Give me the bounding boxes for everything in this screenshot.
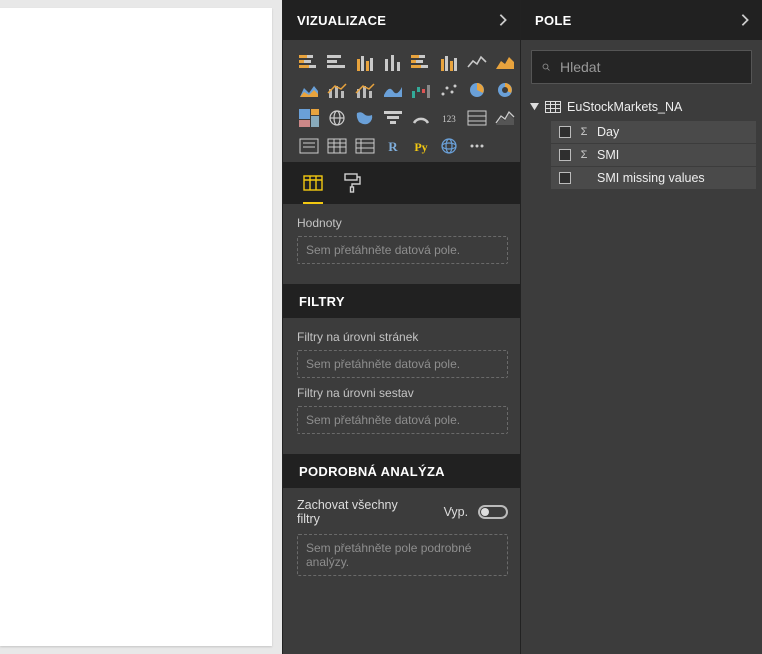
field-checkbox[interactable] xyxy=(559,172,571,184)
visualizations-panel-header: VIZUALIZACE xyxy=(283,0,520,40)
kpi-viz-icon[interactable] xyxy=(493,106,517,130)
r-visual-viz-icon[interactable]: R xyxy=(381,134,405,158)
scatter-viz-icon[interactable] xyxy=(437,78,461,102)
field-item[interactable]: Σ SMI xyxy=(551,144,756,166)
card-viz-icon[interactable]: 123 xyxy=(437,106,461,130)
keep-filters-label: Zachovat všechny filtry xyxy=(297,498,424,526)
clustered-bar-viz-icon[interactable] xyxy=(325,50,349,74)
field-name: Day xyxy=(597,125,619,139)
field-item[interactable]: ΣSMI missing values xyxy=(551,167,756,189)
values-label: Hodnoty xyxy=(297,216,508,230)
map-viz-icon[interactable] xyxy=(325,106,349,130)
treemap-viz-icon[interactable] xyxy=(297,106,321,130)
report-canvas-area xyxy=(0,0,282,654)
line-column-viz-icon[interactable] xyxy=(325,78,349,102)
collapse-viz-panel-button[interactable] xyxy=(496,13,510,27)
fields-tab-icon xyxy=(303,173,323,191)
table-viz-icon[interactable] xyxy=(325,134,349,158)
fields-search-input[interactable] xyxy=(560,59,741,75)
py-visual-viz-icon[interactable]: Py xyxy=(409,134,433,158)
gauge-viz-icon[interactable] xyxy=(409,106,433,130)
toggle-state-label: Vyp. xyxy=(444,505,469,519)
format-tab[interactable] xyxy=(343,162,361,204)
filters-section: Filtry na úrovni stránek Sem přetáhněte … xyxy=(283,318,520,454)
svg-text:123: 123 xyxy=(442,114,456,124)
values-dropzone[interactable]: Sem přetáhněte datová pole. xyxy=(297,236,508,264)
field-name: SMI xyxy=(597,148,619,162)
drillthrough-dropzone[interactable]: Sem přetáhněte pole podrobné analýzy. xyxy=(297,534,508,576)
values-section: Hodnoty Sem přetáhněte datová pole. xyxy=(283,204,520,284)
chevron-right-icon xyxy=(496,13,510,27)
stacked-column-100-viz-icon[interactable] xyxy=(437,50,461,74)
line-viz-icon[interactable] xyxy=(465,50,489,74)
arcgis-viz-icon[interactable] xyxy=(437,134,461,158)
expander-icon xyxy=(529,103,539,112)
keep-filters-row: Zachovat všechny filtry Vyp. xyxy=(283,488,520,534)
search-icon xyxy=(542,59,550,75)
fields-tab[interactable] xyxy=(303,162,323,204)
stacked-bar-viz-icon[interactable] xyxy=(297,50,321,74)
stacked-column-viz-icon[interactable] xyxy=(353,50,377,74)
funnel-viz-icon[interactable] xyxy=(381,106,405,130)
chevron-right-icon xyxy=(738,13,752,27)
donut-viz-icon[interactable] xyxy=(493,78,517,102)
table-icon xyxy=(545,101,561,113)
svg-text:R: R xyxy=(388,139,398,154)
svg-text:Py: Py xyxy=(414,140,427,154)
pie-viz-icon[interactable] xyxy=(465,78,489,102)
waterfall-viz-icon[interactable] xyxy=(409,78,433,102)
field-item[interactable]: Σ Day xyxy=(551,121,756,143)
sigma-icon: Σ xyxy=(579,126,589,138)
stacked-bar-100-viz-icon[interactable] xyxy=(409,50,433,74)
viz-tabs xyxy=(283,162,520,204)
report-filters-label: Filtry na úrovni sestav xyxy=(297,386,508,400)
page-filters-dropzone[interactable]: Sem přetáhněte datová pole. xyxy=(297,350,508,378)
table-name: EuStockMarkets_NA xyxy=(567,100,682,114)
multi-row-card-viz-icon[interactable] xyxy=(465,106,489,130)
table-node[interactable]: EuStockMarkets_NA xyxy=(529,94,756,120)
drillthrough-section: Sem přetáhněte pole podrobné analýzy. xyxy=(283,534,520,596)
collapse-fields-panel-button[interactable] xyxy=(738,13,752,27)
field-checkbox[interactable] xyxy=(559,149,571,161)
visualizations-title: VIZUALIZACE xyxy=(297,13,386,28)
filters-header: FILTRY xyxy=(283,284,520,318)
ribbon-viz-icon[interactable] xyxy=(381,78,405,102)
paint-roller-icon xyxy=(343,173,361,193)
fields-panel: POLE xyxy=(520,0,762,654)
visualization-gallery: 123 R Py xyxy=(283,40,520,162)
field-name: SMI missing values xyxy=(597,171,705,185)
page-filters-label: Filtry na úrovni stránek xyxy=(297,330,508,344)
more-viz-icon[interactable] xyxy=(465,134,489,158)
report-filters-dropzone[interactable]: Sem přetáhněte datová pole. xyxy=(297,406,508,434)
matrix-viz-icon[interactable] xyxy=(353,134,377,158)
line-clustered-viz-icon[interactable] xyxy=(353,78,377,102)
fields-panel-header: POLE xyxy=(521,0,762,40)
visualizations-panel: VIZUALIZACE 123 R Py xyxy=(282,0,520,654)
fields-title: POLE xyxy=(535,13,572,28)
keep-filters-toggle[interactable] xyxy=(478,505,508,519)
report-page[interactable] xyxy=(0,8,272,646)
fields-search-box[interactable] xyxy=(531,50,752,84)
clustered-column-viz-icon[interactable] xyxy=(381,50,405,74)
field-checkbox[interactable] xyxy=(559,126,571,138)
drillthrough-header: PODROBNÁ ANALÝZA xyxy=(283,454,520,488)
stacked-area-viz-icon[interactable] xyxy=(297,78,321,102)
filled-map-viz-icon[interactable] xyxy=(353,106,377,130)
slicer-viz-icon[interactable] xyxy=(297,134,321,158)
fields-tree: EuStockMarkets_NA Σ Day Σ SMI ΣSMI missing v… xyxy=(521,92,762,189)
sigma-icon: Σ xyxy=(579,149,589,161)
area-viz-icon[interactable] xyxy=(493,50,517,74)
